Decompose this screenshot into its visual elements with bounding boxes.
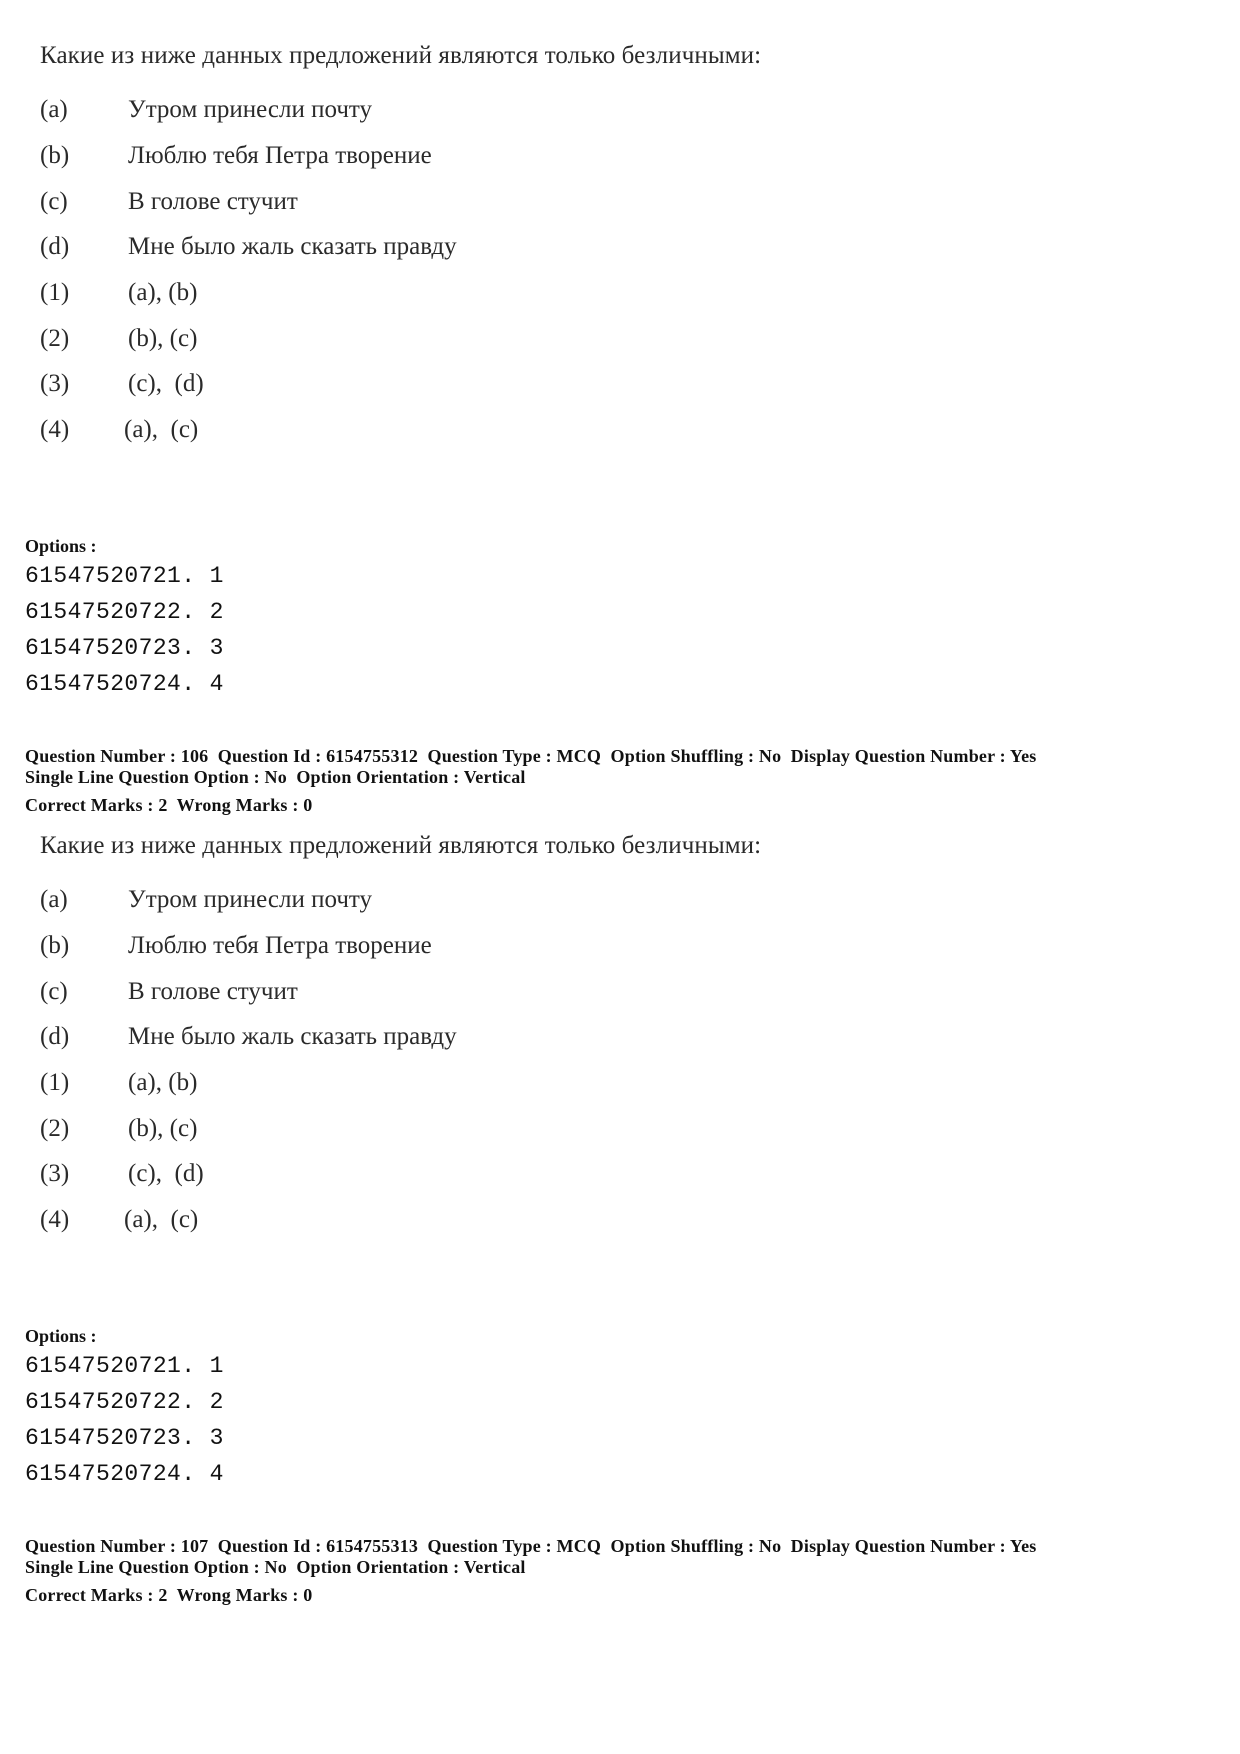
answer-choice-text: (b), (c) xyxy=(128,1115,198,1142)
answer-choice-label: (1) xyxy=(40,279,70,306)
option-id-line: 61547520724. 4 xyxy=(25,671,224,697)
statement-label: (c) xyxy=(40,978,68,1005)
statement-text: Мне было жаль сказать правду xyxy=(128,1023,457,1050)
answer-choice-label: (2) xyxy=(40,1115,70,1142)
statement-text: В голове стучит xyxy=(128,188,298,215)
answer-choice-label: (4) xyxy=(40,1206,70,1233)
question-image-block: Какие из ниже данных предложений являютс… xyxy=(0,0,900,500)
option-id-line: 61547520721. 1 xyxy=(25,563,224,589)
statement-text: Утром принесли почту xyxy=(128,96,372,123)
answer-choice-text: (c), (d) xyxy=(128,1160,204,1187)
question-meta-line: Question Number : 106 Question Id : 6154… xyxy=(25,746,1037,766)
statement-text: Люблю тебя Петра творение xyxy=(128,142,432,169)
option-id-line: 61547520722. 2 xyxy=(25,1389,224,1415)
option-id-line: 61547520724. 4 xyxy=(25,1461,224,1487)
statement-label: (d) xyxy=(40,1023,70,1050)
answer-choice-label: (1) xyxy=(40,1069,70,1096)
option-id-line: 61547520723. 3 xyxy=(25,1425,224,1451)
answer-choice-text: (a), (c) xyxy=(124,416,199,443)
options-heading: Options : xyxy=(25,536,97,556)
statement-text: Люблю тебя Петра творение xyxy=(128,932,432,959)
question-image-block: Какие из ниже данных предложений являютс… xyxy=(0,790,900,1290)
answer-choice-text: (b), (c) xyxy=(128,325,198,352)
answer-choice-text: (c), (d) xyxy=(128,370,204,397)
statement-label: (b) xyxy=(40,932,70,959)
answer-choice-label: (2) xyxy=(40,325,70,352)
question-stem: Какие из ниже данных предложений являютс… xyxy=(40,42,762,69)
statement-text: В голове стучит xyxy=(128,978,298,1005)
option-id-line: 61547520721. 1 xyxy=(25,1353,224,1379)
answer-choice-text: (a), (b) xyxy=(128,1069,198,1096)
statement-label: (a) xyxy=(40,96,68,123)
statement-label: (b) xyxy=(40,142,70,169)
options-heading: Options : xyxy=(25,1326,97,1346)
answer-choice-label: (3) xyxy=(40,370,70,397)
question-meta-line: Single Line Question Option : No Option … xyxy=(25,1557,526,1577)
option-id-line: 61547520722. 2 xyxy=(25,599,224,625)
statement-text: Мне было жаль сказать правду xyxy=(128,233,457,260)
question-stem: Какие из ниже данных предложений являютс… xyxy=(40,832,762,859)
statement-label: (d) xyxy=(40,233,70,260)
statement-label: (a) xyxy=(40,886,68,913)
statement-text: Утром принесли почту xyxy=(128,886,372,913)
answer-choice-text: (a), (c) xyxy=(124,1206,199,1233)
answer-choice-label: (4) xyxy=(40,416,70,443)
question-meta-line: Question Number : 107 Question Id : 6154… xyxy=(25,1536,1037,1556)
question-marks-line: Correct Marks : 2 Wrong Marks : 0 xyxy=(25,1585,313,1605)
question-meta-line: Single Line Question Option : No Option … xyxy=(25,767,526,787)
answer-choice-text: (a), (b) xyxy=(128,279,198,306)
option-id-line: 61547520723. 3 xyxy=(25,635,224,661)
answer-choice-label: (3) xyxy=(40,1160,70,1187)
statement-label: (c) xyxy=(40,188,68,215)
